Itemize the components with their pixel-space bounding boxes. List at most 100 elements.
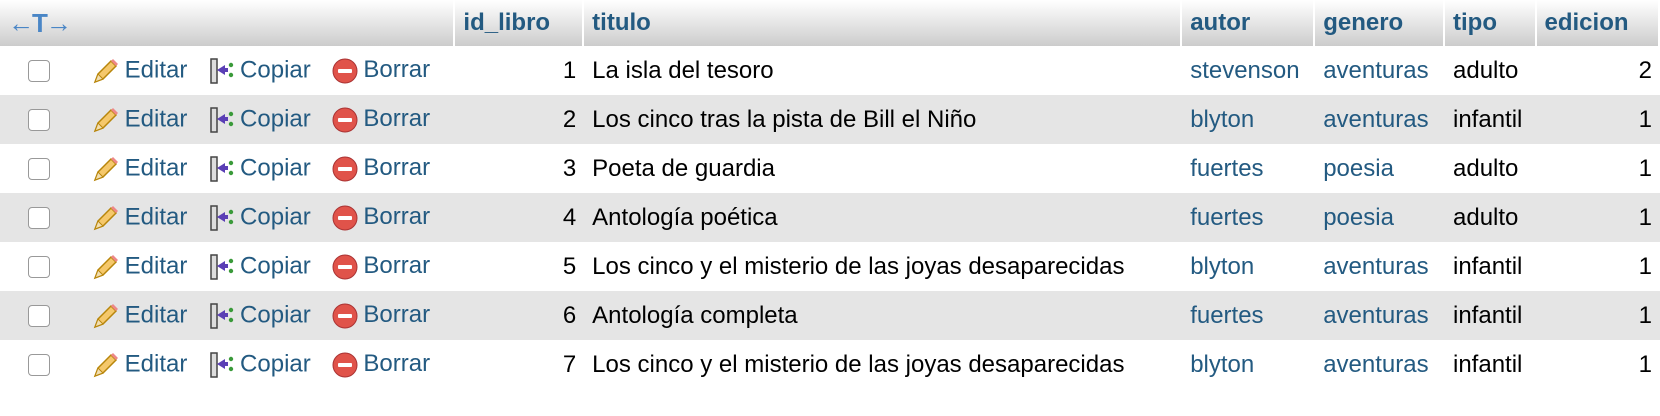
column-header-titulo[interactable]: titulo xyxy=(584,0,1183,46)
column-header-id-libro[interactable]: id_libro xyxy=(455,0,585,46)
cell-id-libro: 7 xyxy=(455,340,585,389)
edit-button[interactable]: Editar xyxy=(91,203,188,233)
header-row: ←T→ id_libro titulo autor genero tipo ed… xyxy=(0,0,1660,46)
delete-button[interactable]: Borrar xyxy=(331,203,430,232)
cell-autor[interactable]: blyton xyxy=(1182,242,1316,291)
copy-insert-icon xyxy=(208,105,236,135)
table-row: Editar Copiar xyxy=(0,291,1660,340)
cell-autor[interactable]: blyton xyxy=(1182,95,1316,144)
delete-label[interactable]: Borrar xyxy=(363,350,430,377)
copy-button[interactable]: Copiar xyxy=(208,56,311,86)
cell-tipo: adulto xyxy=(1445,144,1537,193)
row-checkbox[interactable] xyxy=(28,108,50,131)
delete-button[interactable]: Borrar xyxy=(331,56,430,85)
row-checkbox[interactable] xyxy=(28,353,50,376)
cell-id-libro: 1 xyxy=(455,46,585,95)
edit-button[interactable]: Editar xyxy=(91,105,188,135)
cell-genero[interactable]: poesia xyxy=(1315,193,1445,242)
copy-label[interactable]: Copiar xyxy=(240,350,311,377)
cell-genero[interactable]: aventuras xyxy=(1315,291,1445,340)
delete-button[interactable]: Borrar xyxy=(331,301,430,330)
cell-genero[interactable]: aventuras xyxy=(1315,242,1445,291)
copy-button[interactable]: Copiar xyxy=(208,105,311,135)
row-actions: Editar Copiar Borrar xyxy=(0,46,456,95)
copy-button[interactable]: Copiar xyxy=(208,350,311,380)
copy-label[interactable]: Copiar xyxy=(240,56,311,83)
edit-label[interactable]: Editar xyxy=(125,203,188,230)
cell-tipo: adulto xyxy=(1445,46,1537,95)
copy-button[interactable]: Copiar xyxy=(208,203,311,233)
cell-edicion: 1 xyxy=(1536,95,1660,144)
delete-label[interactable]: Borrar xyxy=(363,203,430,230)
cell-genero[interactable]: poesia xyxy=(1315,144,1445,193)
table-row: Editar Copiar xyxy=(0,95,1660,144)
copy-insert-icon xyxy=(208,203,236,233)
delete-button[interactable]: Borrar xyxy=(331,252,430,281)
delete-label[interactable]: Borrar xyxy=(363,105,430,132)
delete-label[interactable]: Borrar xyxy=(363,56,430,83)
delete-button[interactable]: Borrar xyxy=(331,350,430,379)
edit-button[interactable]: Editar xyxy=(91,56,188,86)
delete-label[interactable]: Borrar xyxy=(363,301,430,328)
delete-circle-icon xyxy=(331,155,359,183)
column-header-autor[interactable]: autor xyxy=(1182,0,1316,46)
edit-label[interactable]: Editar xyxy=(125,56,188,83)
edit-button[interactable]: Editar xyxy=(91,252,188,282)
edit-label[interactable]: Editar xyxy=(125,350,188,377)
row-actions: Editar Copiar Borrar xyxy=(0,340,456,389)
cell-id-libro: 3 xyxy=(455,144,585,193)
delete-button[interactable]: Borrar xyxy=(331,154,430,183)
cell-autor[interactable]: blyton xyxy=(1182,340,1316,389)
copy-insert-icon xyxy=(208,301,236,331)
row-checkbox[interactable] xyxy=(28,255,50,278)
column-resize-control[interactable]: ←T→ xyxy=(0,0,456,46)
cell-autor[interactable]: fuertes xyxy=(1182,291,1316,340)
delete-circle-icon xyxy=(331,302,359,330)
delete-circle-icon xyxy=(331,253,359,281)
copy-label[interactable]: Copiar xyxy=(240,105,311,132)
results-table: ←T→ id_libro titulo autor genero tipo ed… xyxy=(0,0,1660,389)
copy-label[interactable]: Copiar xyxy=(240,252,311,279)
delete-label[interactable]: Borrar xyxy=(363,252,430,279)
cell-genero[interactable]: aventuras xyxy=(1315,95,1445,144)
copy-label[interactable]: Copiar xyxy=(240,154,311,181)
cell-titulo: Antología completa xyxy=(584,291,1183,340)
edit-label[interactable]: Editar xyxy=(125,252,188,279)
edit-button[interactable]: Editar xyxy=(91,350,188,380)
cell-titulo: Los cinco y el misterio de las joyas des… xyxy=(584,242,1183,291)
copy-label[interactable]: Copiar xyxy=(240,301,311,328)
row-checkbox[interactable] xyxy=(28,157,50,180)
column-header-genero[interactable]: genero xyxy=(1315,0,1445,46)
delete-button[interactable]: Borrar xyxy=(331,105,430,134)
cell-titulo: Los cinco y el misterio de las joyas des… xyxy=(584,340,1183,389)
cell-genero[interactable]: aventuras xyxy=(1315,46,1445,95)
row-checkbox[interactable] xyxy=(28,206,50,229)
delete-circle-icon xyxy=(331,204,359,232)
column-header-edicion[interactable]: edicion xyxy=(1536,0,1660,46)
row-actions: Editar Copiar Borrar xyxy=(0,144,456,193)
row-checkbox[interactable] xyxy=(28,59,50,82)
edit-label[interactable]: Editar xyxy=(125,105,188,132)
copy-button[interactable]: Copiar xyxy=(208,301,311,331)
edit-button[interactable]: Editar xyxy=(91,301,188,331)
row-checkbox[interactable] xyxy=(28,304,50,327)
table-row: Editar Copiar xyxy=(0,242,1660,291)
column-resize-icon[interactable]: ←T→ xyxy=(8,8,72,39)
copy-button[interactable]: Copiar xyxy=(208,154,311,184)
cell-edicion: 1 xyxy=(1536,340,1660,389)
cell-edicion: 1 xyxy=(1536,193,1660,242)
copy-label[interactable]: Copiar xyxy=(240,203,311,230)
edit-label[interactable]: Editar xyxy=(125,301,188,328)
cell-autor[interactable]: fuertes xyxy=(1182,193,1316,242)
table-row: Editar Copiar xyxy=(0,340,1660,389)
delete-label[interactable]: Borrar xyxy=(363,154,430,181)
cell-autor[interactable]: stevenson xyxy=(1182,46,1316,95)
edit-label[interactable]: Editar xyxy=(125,154,188,181)
table-row: Editar Copiar xyxy=(0,193,1660,242)
cell-autor[interactable]: fuertes xyxy=(1182,144,1316,193)
column-header-tipo[interactable]: tipo xyxy=(1445,0,1537,46)
cell-genero[interactable]: aventuras xyxy=(1315,340,1445,389)
copy-insert-icon xyxy=(208,252,236,282)
edit-button[interactable]: Editar xyxy=(91,154,188,184)
copy-button[interactable]: Copiar xyxy=(208,252,311,282)
